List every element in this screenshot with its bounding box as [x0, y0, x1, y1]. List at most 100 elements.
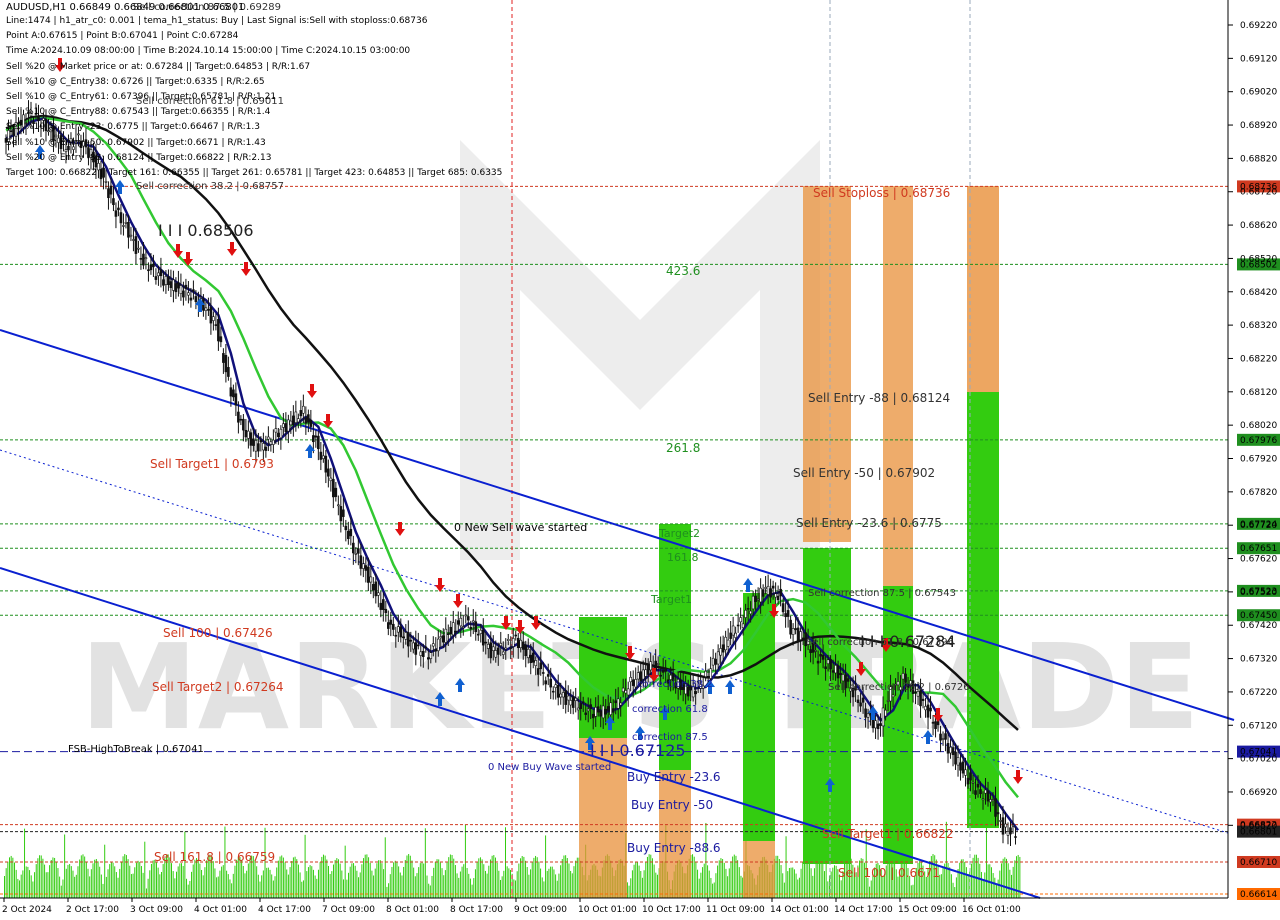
- volume-bar: [59, 876, 61, 898]
- info-line: Sell %20 @ Entry -88: 0.68124 || Target:…: [6, 152, 272, 163]
- candle-body: [387, 622, 390, 629]
- candle-body: [816, 660, 820, 664]
- volume-bar: [505, 827, 506, 898]
- candle-body: [182, 290, 185, 298]
- volume-bar: [127, 859, 129, 898]
- candle-body: [372, 584, 375, 591]
- candle-body: [504, 647, 508, 650]
- candle-body: [289, 420, 293, 426]
- candle-body: [362, 563, 365, 569]
- volume-bar: [436, 859, 438, 898]
- info-line: Sell %10 @ C_Entry61: 0.67396 || Target:…: [6, 92, 277, 102]
- volume-bar: [60, 885, 62, 898]
- candle-body: [839, 672, 842, 676]
- volume-bar: [827, 881, 829, 898]
- candle-body: [307, 414, 310, 423]
- trade-zone: [967, 392, 999, 828]
- volume-bar: [384, 837, 386, 898]
- candle-body: [801, 637, 805, 640]
- volume-bar: [419, 863, 421, 898]
- candle-body: [519, 639, 523, 648]
- candle-body: [596, 706, 600, 713]
- volume-bar: [24, 828, 26, 898]
- candle-body: [759, 587, 762, 603]
- price-tick-label: 0.69120: [1240, 54, 1277, 64]
- trade-zone: [883, 586, 913, 864]
- volume-bar: [19, 880, 21, 898]
- candle-body: [931, 721, 935, 724]
- candle-body: [834, 665, 837, 674]
- volume-bar: [451, 854, 453, 898]
- volume-bar: [458, 877, 460, 898]
- volume-bar: [99, 866, 101, 898]
- volume-bar: [832, 867, 834, 898]
- candle-body: [521, 641, 525, 650]
- volume-bar: [531, 862, 533, 898]
- volume-bar: [379, 860, 381, 898]
- volume-bar: [443, 875, 445, 898]
- candle-body: [619, 702, 622, 706]
- volume-bar: [322, 854, 324, 898]
- price-tick-label: 0.68620: [1240, 221, 1277, 231]
- candle-body: [439, 636, 443, 639]
- info-line: Target 100: 0.66822 || Target 161: 0.663…: [6, 168, 503, 178]
- volume-bar: [812, 875, 814, 898]
- price-tick-label: 0.67020: [1240, 755, 1277, 765]
- volume-bar: [533, 857, 535, 898]
- volume-bar: [282, 857, 284, 898]
- candle-body: [719, 648, 722, 656]
- candle-body: [926, 704, 930, 718]
- candle-body: [976, 783, 980, 788]
- candle-body: [616, 698, 620, 709]
- candle-body: [531, 652, 535, 663]
- candle-body: [611, 708, 615, 713]
- volume-bar: [135, 862, 137, 898]
- volume-bar: [339, 863, 341, 898]
- candle-body: [796, 627, 800, 641]
- volume-bar: [369, 862, 371, 898]
- candle-body: [1011, 825, 1015, 827]
- volume-bar: [949, 867, 951, 898]
- candle-body: [436, 638, 440, 652]
- volume-bar: [114, 866, 116, 898]
- candle-body: [127, 221, 130, 238]
- volume-bar: [802, 861, 804, 898]
- volume-bar: [778, 859, 780, 898]
- volume-bar: [994, 877, 996, 898]
- volume-bar: [790, 867, 792, 898]
- candle-body: [394, 634, 398, 637]
- volume-bar: [717, 865, 719, 898]
- candle-body: [954, 751, 957, 765]
- candle-body: [252, 438, 255, 446]
- volume-bar: [319, 862, 321, 898]
- volume-bar: [7, 861, 9, 898]
- time-tick-label: 11 Oct 09:00: [706, 905, 765, 915]
- volume-bar: [386, 886, 388, 898]
- trade-zone: [803, 186, 851, 542]
- volume-bar: [257, 874, 259, 898]
- price-tick-label: 0.68520: [1240, 254, 1277, 264]
- volume-bar: [30, 875, 32, 898]
- volume-bar: [730, 861, 732, 898]
- time-tick-label: 10 Oct 01:00: [578, 905, 637, 915]
- volume-bar: [147, 878, 149, 898]
- volume-bar: [140, 866, 142, 898]
- volume-bar: [693, 856, 695, 898]
- volume-bar: [346, 879, 348, 898]
- candle-body: [142, 253, 145, 266]
- candle-body: [139, 258, 143, 260]
- volume-bar: [373, 875, 375, 898]
- volume-bar: [274, 876, 276, 898]
- candle-body: [179, 285, 183, 294]
- candle-body: [726, 639, 730, 647]
- volume-bar: [186, 878, 188, 898]
- volume-bar: [302, 880, 304, 898]
- volume-bar: [94, 859, 96, 898]
- candle-body: [996, 812, 1000, 815]
- candle-body: [614, 700, 617, 704]
- volume-bar: [403, 866, 405, 898]
- time-tick-label: 8 Oct 01:00: [386, 905, 439, 915]
- volume-bar: [558, 873, 560, 898]
- volume-bar: [501, 876, 503, 898]
- volume-bar: [453, 858, 455, 898]
